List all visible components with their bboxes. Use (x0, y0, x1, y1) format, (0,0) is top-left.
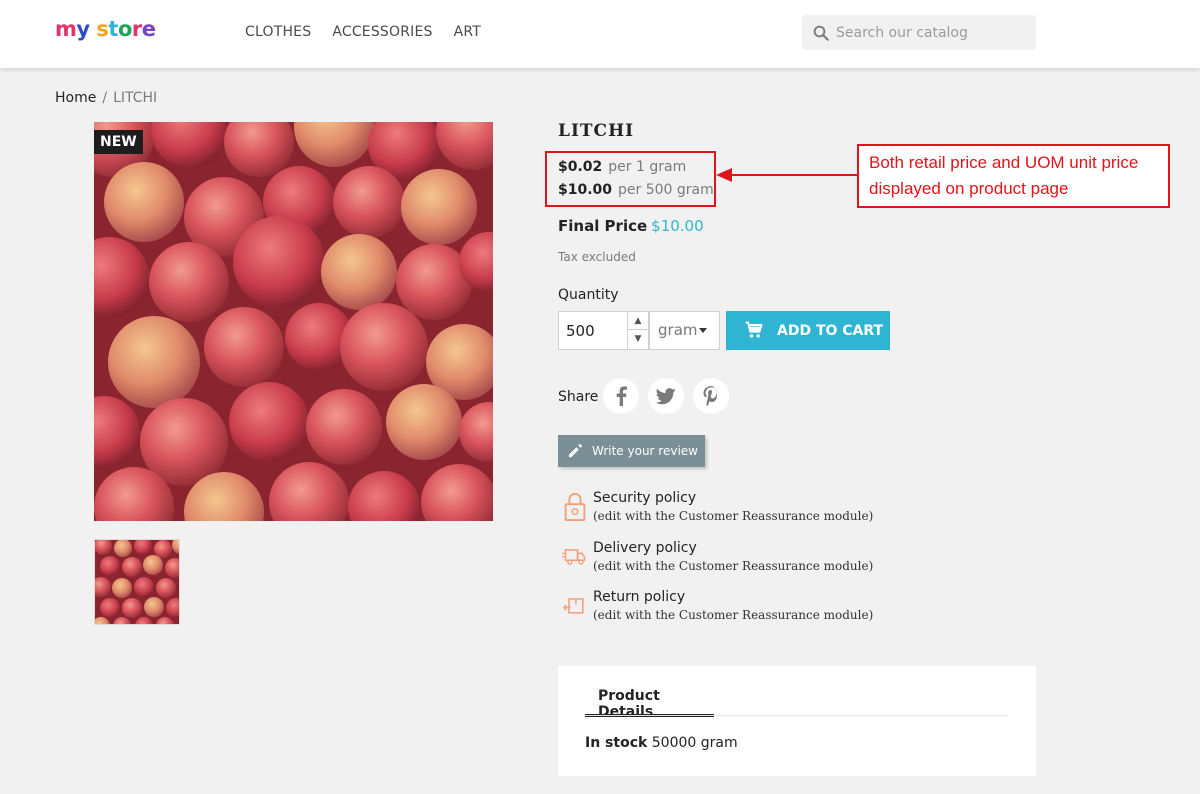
site-header: my store CLOTHES ACCESSORIES ART (0, 0, 1200, 68)
nav-accessories[interactable]: ACCESSORIES (332, 24, 432, 40)
chevron-up-icon[interactable]: ▲ (628, 312, 648, 330)
uom-selected: gram (658, 321, 698, 339)
tab-product-details[interactable]: Product Details (585, 688, 714, 720)
reassurance-security-title: Security policy (593, 490, 697, 506)
tab-divider (585, 715, 1008, 716)
reassurance-return-title: Return policy (593, 589, 686, 605)
search-box (802, 15, 1036, 50)
breadcrumb-home[interactable]: Home (55, 90, 96, 106)
quantity-input[interactable] (559, 312, 627, 349)
nav-clothes[interactable]: CLOTHES (245, 24, 311, 40)
retail-price-label: per 500 gram (618, 182, 714, 198)
pinterest-icon (703, 386, 717, 406)
annotation-arrow (716, 168, 858, 182)
product-title: LITCHI (558, 121, 635, 141)
reassurance-delivery-title: Delivery policy (593, 540, 697, 556)
reassurance-return-subtitle: (edit with the Customer Reassurance modu… (593, 608, 874, 622)
stock-value: 50000 gram (651, 735, 738, 751)
twitter-icon (656, 387, 676, 404)
unit-price-value: $0.02 (558, 159, 603, 175)
unit-price-label: per 1 gram (608, 159, 687, 175)
annotation-callout: Both retail price and UOM unit price dis… (857, 144, 1170, 208)
quantity-spinner: ▲ ▼ (627, 312, 648, 349)
search-icon[interactable] (812, 24, 830, 42)
cart-icon (745, 321, 763, 338)
share-label: Share (558, 389, 599, 405)
final-price-label: Final Price (558, 217, 648, 235)
add-to-cart-label: ADD TO CART (777, 322, 884, 339)
unit-price: $0.02 per 1 gram (558, 159, 686, 175)
final-price-value: $10.00 (651, 217, 704, 235)
lock-icon (564, 492, 586, 521)
reassurance-security-subtitle: (edit with the Customer Reassurance modu… (593, 509, 874, 523)
store-logo[interactable]: my store (55, 17, 156, 41)
retail-price: $10.00 per 500 gram (558, 182, 714, 198)
retail-price-value: $10.00 (558, 182, 613, 198)
truck-icon (562, 549, 586, 565)
breadcrumb-current: LITCHI (113, 90, 158, 106)
nav-art[interactable]: ART (454, 24, 481, 40)
reassurance-security: Security policy (edit with the Customer … (558, 490, 878, 531)
stock-info: In stock 50000 gram (585, 735, 738, 751)
facebook-share[interactable] (603, 378, 639, 414)
write-review-button[interactable]: Write your review (558, 435, 705, 467)
reassurance-delivery-subtitle: (edit with the Customer Reassurance modu… (593, 559, 874, 573)
pinterest-share[interactable] (693, 378, 729, 414)
search-input[interactable] (836, 15, 1031, 50)
stock-label: In stock (585, 735, 648, 751)
reassurance-delivery: Delivery policy (edit with the Customer … (558, 540, 878, 581)
quantity-label: Quantity (558, 287, 619, 303)
caret-down-icon (699, 328, 707, 333)
reassurance-return: Return policy (edit with the Customer Re… (558, 589, 878, 630)
return-box-icon (562, 598, 584, 614)
final-price: Final Price $10.00 (558, 217, 704, 235)
twitter-share[interactable] (648, 378, 684, 414)
breadcrumb-separator: / (102, 90, 108, 106)
main-nav: CLOTHES ACCESSORIES ART (245, 24, 481, 40)
breadcrumb: Home / LITCHI (55, 90, 157, 106)
uom-select[interactable]: gram (649, 311, 720, 350)
product-thumbnail[interactable] (94, 539, 180, 625)
pencil-icon (568, 444, 582, 458)
write-review-label: Write your review (592, 444, 698, 458)
product-details-panel: Product Details In stock 50000 gram (558, 666, 1036, 776)
facebook-icon (616, 386, 627, 406)
quantity-stepper: ▲ ▼ (558, 311, 649, 350)
add-to-cart-button[interactable]: ADD TO CART (726, 311, 890, 350)
chevron-down-icon[interactable]: ▼ (628, 330, 648, 348)
new-badge: NEW (94, 130, 143, 154)
tax-note: Tax excluded (558, 250, 636, 264)
product-main-image[interactable] (94, 122, 493, 521)
